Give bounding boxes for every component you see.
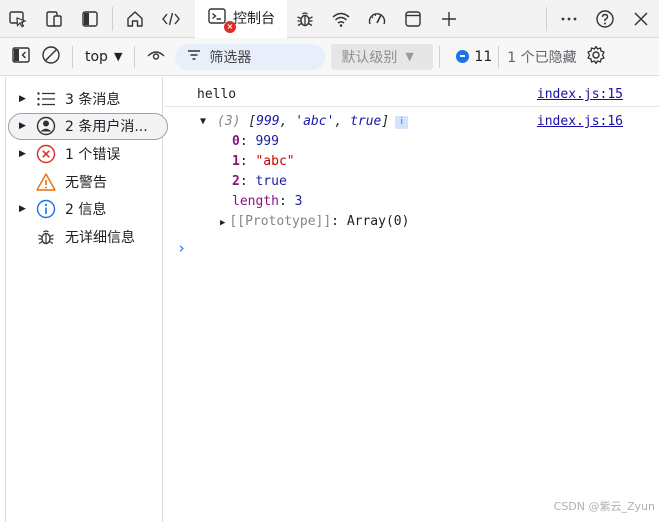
wifi-icon[interactable] xyxy=(323,0,359,38)
prototype-property[interactable]: ▶ [[Prototype]]: Array(0) xyxy=(220,214,409,234)
array-property: length: 3 xyxy=(232,194,303,209)
message-text: hello xyxy=(197,87,237,102)
expand-arrow-icon[interactable]: ▶ xyxy=(19,149,29,159)
toolbar-divider xyxy=(134,45,136,68)
eye-icon xyxy=(146,45,166,69)
array-summary: (3) [999, 'abc', true] i xyxy=(217,114,409,129)
close-icon[interactable] xyxy=(623,0,659,38)
devtools-tabbar: × 控制台 xyxy=(0,0,659,38)
device-emulation-icon[interactable] xyxy=(36,0,72,38)
filter-icon xyxy=(187,49,201,65)
show-sidebar-button[interactable] xyxy=(6,42,36,72)
sidebar-item-label: 2 信息 xyxy=(65,202,107,219)
toolbar-divider xyxy=(546,6,547,31)
info-icon xyxy=(35,198,57,220)
gear-icon xyxy=(586,45,606,69)
tab-console[interactable]: × 控制台 xyxy=(195,0,287,38)
user-icon xyxy=(35,115,57,137)
sidebar-item-label: 无详细信息 xyxy=(65,229,135,246)
expand-arrow-icon[interactable]: ▶ xyxy=(19,204,29,214)
array-property: 0: 999 xyxy=(232,134,279,149)
info-badge-icon[interactable]: i xyxy=(395,116,409,129)
error-icon xyxy=(35,143,57,165)
clear-icon xyxy=(41,45,61,69)
hidden-messages-count: 1 个已隐藏 xyxy=(507,49,577,66)
caret-down-icon: ▼ xyxy=(113,50,123,63)
context-selector[interactable]: top ▼ xyxy=(79,49,128,65)
toolbar-divider xyxy=(72,45,73,68)
application-square-icon[interactable] xyxy=(395,0,431,38)
bug-icon[interactable] xyxy=(287,0,323,38)
elements-code-icon[interactable] xyxy=(153,0,189,38)
expand-arrow-icon[interactable]: ▶ xyxy=(19,121,29,131)
console-settings-button[interactable] xyxy=(581,42,611,72)
help-icon[interactable] xyxy=(587,0,623,38)
console-message: hello index.js:15 xyxy=(164,85,659,107)
list-icon xyxy=(35,88,57,110)
console-output: hello index.js:15 ▼ (3) [999, 'abc', tru… xyxy=(164,77,659,522)
sidebar-item-verbose[interactable]: ▶ 无详细信息 xyxy=(6,223,162,251)
expand-arrow-icon[interactable]: ▶ xyxy=(220,218,225,228)
tab-console-label: 控制台 xyxy=(233,10,275,27)
sidebar-panel-icon xyxy=(11,46,31,68)
watermark: CSDN @紫云_Zyun xyxy=(553,500,655,513)
sidebar-item-label: 无警告 xyxy=(65,174,107,191)
sidebar-item-messages[interactable]: ▶ 3 条消息 xyxy=(6,85,162,113)
console-sidebar: ▶ 3 条消息 ▶ 2 条用户消... ▶ 1 个错误 ▶ 无警告 ▶ 2 信息… xyxy=(5,77,168,522)
sidebar-item-errors[interactable]: ▶ 1 个错误 xyxy=(6,140,162,168)
array-property: 2: true xyxy=(232,174,287,189)
toolbar-divider xyxy=(498,45,500,68)
sidebar-item-info[interactable]: ▶ 2 信息 xyxy=(6,195,162,223)
sidebar-item-label: 3 条消息 xyxy=(65,91,121,108)
levels-label: 默认级别 xyxy=(341,49,398,66)
console-prompt[interactable]: › xyxy=(177,239,186,257)
source-link[interactable]: index.js:15 xyxy=(537,87,623,102)
caret-down-icon: ▼ xyxy=(405,50,414,63)
toolbar-divider xyxy=(439,45,441,68)
console-message[interactable]: ▼ (3) [999, 'abc', true] i index.js:16 xyxy=(164,113,659,133)
array-property: 1: "abc" xyxy=(232,154,295,169)
add-tab-icon[interactable] xyxy=(431,0,467,38)
filter-input[interactable]: 筛选器 xyxy=(175,43,326,70)
issues-counter[interactable]: 11 xyxy=(456,49,492,65)
more-icon[interactable] xyxy=(551,0,587,38)
context-label: top xyxy=(85,48,108,65)
toolbar-divider xyxy=(112,6,113,31)
expand-arrow-icon[interactable]: ▶ xyxy=(19,94,29,104)
issues-count: 11 xyxy=(474,48,493,65)
console-toolbar: top ▼ 筛选器 默认级别 ▼ 11 1 个已隐藏 xyxy=(0,38,659,76)
sidebar-item-label: 2 条用户消... xyxy=(65,119,148,136)
filter-placeholder: 筛选器 xyxy=(209,49,252,66)
source-link[interactable]: index.js:16 xyxy=(537,114,623,129)
clear-console-button[interactable] xyxy=(36,42,66,72)
sidebar-item-label: 1 个错误 xyxy=(65,146,121,163)
bug-icon xyxy=(35,226,57,248)
sidebar-item-user-messages[interactable]: ▶ 2 条用户消... xyxy=(8,112,168,141)
sidebar-item-warnings[interactable]: ▶ 无警告 xyxy=(6,168,162,196)
log-levels-dropdown[interactable]: 默认级别 ▼ xyxy=(331,43,434,70)
performance-gauge-icon[interactable] xyxy=(359,0,395,38)
warning-icon xyxy=(35,171,57,193)
expand-arrow-icon[interactable]: ▼ xyxy=(200,116,206,127)
live-expression-button[interactable] xyxy=(141,42,171,72)
home-icon[interactable] xyxy=(117,0,153,38)
error-badge: × xyxy=(224,20,236,33)
inspect-icon[interactable] xyxy=(0,0,36,38)
issue-chat-icon xyxy=(456,50,470,63)
sidebar-toggle-icon[interactable] xyxy=(72,0,108,38)
